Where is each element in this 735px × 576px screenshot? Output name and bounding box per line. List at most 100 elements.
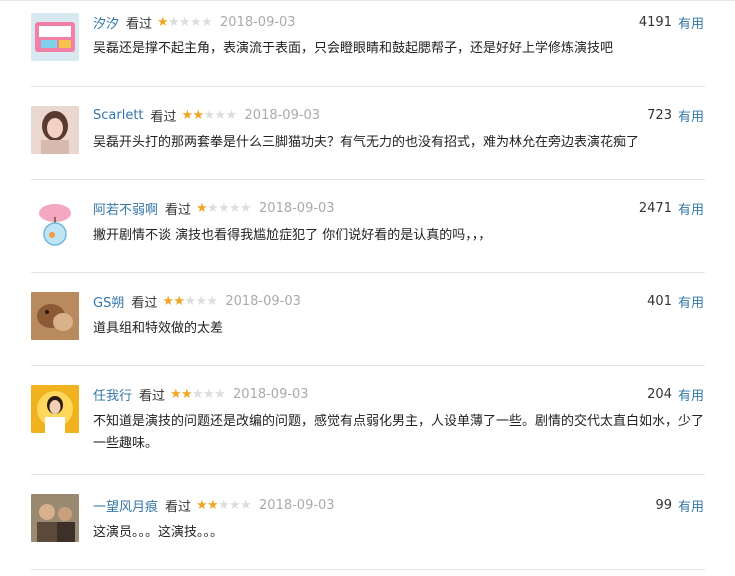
divider xyxy=(31,474,705,475)
vote-area: 99 有用 xyxy=(655,495,704,515)
comment-item: 阿若不弱啊 看过 ★ ★ ★ ★ ★ 2018-09-03 2471 有用 撇开… xyxy=(0,186,735,279)
star-filled-icon: ★ xyxy=(181,107,194,123)
star-empty-icon: ★ xyxy=(225,107,238,123)
watch-status: 看过 xyxy=(139,388,166,404)
vote-count: 204 xyxy=(647,386,672,402)
username-link[interactable]: GS朔 xyxy=(93,292,124,311)
avatar[interactable] xyxy=(31,385,79,433)
star-empty-icon: ★ xyxy=(201,14,213,30)
useful-button[interactable]: 有用 xyxy=(678,106,704,125)
useful-button[interactable]: 有用 xyxy=(678,385,704,404)
rating-stars: ★ ★ ★ ★ ★ xyxy=(170,386,226,402)
watch-status: 看过 xyxy=(165,499,192,515)
avatar[interactable] xyxy=(31,494,79,542)
comment-meta: 阿若不弱啊 看过 ★ ★ ★ ★ ★ 2018-09-03 xyxy=(93,198,335,218)
star-empty-icon: ★ xyxy=(229,200,241,216)
star-filled-icon: ★ xyxy=(192,107,205,123)
avatar-fishbowl-blossom-icon xyxy=(31,199,79,247)
rating-stars: ★ ★ ★ ★ ★ xyxy=(162,293,218,309)
useful-button[interactable]: 有用 xyxy=(678,199,704,218)
star-empty-icon: ★ xyxy=(218,497,230,513)
rating-stars: ★ ★ ★ ★ ★ xyxy=(181,107,238,123)
star-filled-icon: ★ xyxy=(196,200,208,216)
comment-meta: 任我行 看过 ★ ★ ★ ★ ★ 2018-09-03 xyxy=(93,384,309,404)
watch-status: 看过 xyxy=(165,202,192,218)
star-filled-icon: ★ xyxy=(162,293,174,309)
star-empty-icon: ★ xyxy=(203,107,216,123)
comment-item: 一望风月痕 看过 ★ ★ ★ ★ ★ 2018-09-03 99 有用 这演员。… xyxy=(0,481,735,576)
divider xyxy=(31,272,705,273)
watch-status: 看过 xyxy=(126,16,153,32)
avatar-golden-figure-icon xyxy=(31,385,79,433)
comment-text: 吴磊还是撑不起主角，表演流于表面，只会瞪眼睛和鼓起腮帮子，还是好好上学修炼演技吧 xyxy=(93,41,614,56)
comment-text: 道具组和特效做的太差 xyxy=(93,321,224,336)
rating-stars: ★ ★ ★ ★ ★ xyxy=(196,497,252,513)
vote-area: 204 有用 xyxy=(647,384,704,404)
rating-stars: ★ ★ ★ ★ ★ xyxy=(196,200,252,216)
watch-status: 看过 xyxy=(131,295,158,311)
star-filled-icon: ★ xyxy=(170,386,182,402)
useful-button[interactable]: 有用 xyxy=(678,292,704,311)
username-link[interactable]: 阿若不弱啊 xyxy=(93,199,158,218)
comment-meta: 汐汐 看过 ★ ★ ★ ★ ★ 2018-09-03 xyxy=(93,12,296,32)
comment-date: 2018-09-03 xyxy=(225,293,301,309)
star-empty-icon: ★ xyxy=(179,14,191,30)
vote-area: 723 有用 xyxy=(647,105,704,125)
useful-button[interactable]: 有用 xyxy=(678,13,704,32)
avatar[interactable] xyxy=(31,292,79,340)
vote-count: 2471 xyxy=(638,200,672,216)
star-empty-icon: ★ xyxy=(184,293,196,309)
comment-text: 吴磊开头打的那两套拳是什么三脚猫功夫？有气无力的也没有招式，难为林允在旁边表演花… xyxy=(93,135,640,150)
username-link[interactable]: Scarlett xyxy=(93,108,144,123)
comment-date: 2018-09-03 xyxy=(244,107,321,123)
comment-item: 汐汐 看过 ★ ★ ★ ★ ★ 2018-09-03 4191 有用 吴磊还是撑… xyxy=(0,0,735,93)
comment-text: 这演员。。。这演技。。。 xyxy=(93,525,224,540)
star-empty-icon: ★ xyxy=(203,386,215,402)
comment-item: 任我行 看过 ★ ★ ★ ★ ★ 2018-09-03 204 有用 不知道是演… xyxy=(0,372,735,475)
avatar-dog-photo-icon xyxy=(31,292,79,340)
comment-meta: 一望风月痕 看过 ★ ★ ★ ★ ★ 2018-09-03 xyxy=(93,495,335,515)
star-filled-icon: ★ xyxy=(157,14,169,30)
star-empty-icon: ★ xyxy=(214,107,227,123)
rating-stars: ★ ★ ★ ★ ★ xyxy=(157,14,213,30)
star-filled-icon: ★ xyxy=(181,386,193,402)
star-empty-icon: ★ xyxy=(206,293,218,309)
vote-count: 99 xyxy=(655,497,672,513)
star-filled-icon: ★ xyxy=(207,497,219,513)
star-empty-icon: ★ xyxy=(214,386,226,402)
avatar[interactable] xyxy=(31,106,79,154)
username-link[interactable]: 任我行 xyxy=(93,385,132,404)
avatar-girl-portrait-icon xyxy=(31,106,79,154)
comment-meta: GS朔 看过 ★ ★ ★ ★ ★ 2018-09-03 xyxy=(93,291,301,311)
avatar[interactable] xyxy=(31,199,79,247)
watch-status: 看过 xyxy=(150,109,177,125)
vote-area: 4191 有用 xyxy=(639,12,704,32)
vote-count: 4191 xyxy=(638,14,672,30)
comment-text: 不知道是演技的问题还是改编的问题，感觉有点弱化男主，人设单薄了一些。剧情的交代太… xyxy=(93,414,705,451)
username-link[interactable]: 一望风月痕 xyxy=(93,496,158,515)
star-filled-icon: ★ xyxy=(196,497,208,513)
divider xyxy=(31,86,705,87)
divider xyxy=(31,365,705,366)
divider xyxy=(31,569,705,570)
vote-count: 723 xyxy=(647,107,672,123)
star-empty-icon: ★ xyxy=(240,497,252,513)
star-empty-icon: ★ xyxy=(218,200,230,216)
star-empty-icon: ★ xyxy=(195,293,207,309)
comment-item: GS朔 看过 ★ ★ ★ ★ ★ 2018-09-03 401 有用 道具组和特… xyxy=(0,279,735,372)
comment-date: 2018-09-03 xyxy=(233,386,309,402)
divider xyxy=(31,179,705,180)
star-empty-icon: ★ xyxy=(192,386,204,402)
comment-date: 2018-09-03 xyxy=(220,14,296,30)
star-empty-icon: ★ xyxy=(168,14,180,30)
username-link[interactable]: 汐汐 xyxy=(93,13,119,32)
star-empty-icon: ★ xyxy=(207,200,219,216)
star-filled-icon: ★ xyxy=(173,293,185,309)
avatar[interactable] xyxy=(31,13,79,61)
vote-area: 2471 有用 xyxy=(639,198,704,218)
star-empty-icon: ★ xyxy=(240,200,252,216)
vote-area: 401 有用 xyxy=(647,291,704,311)
star-empty-icon: ★ xyxy=(229,497,241,513)
useful-button[interactable]: 有用 xyxy=(678,496,704,515)
avatar-pink-box-icon xyxy=(31,13,79,61)
